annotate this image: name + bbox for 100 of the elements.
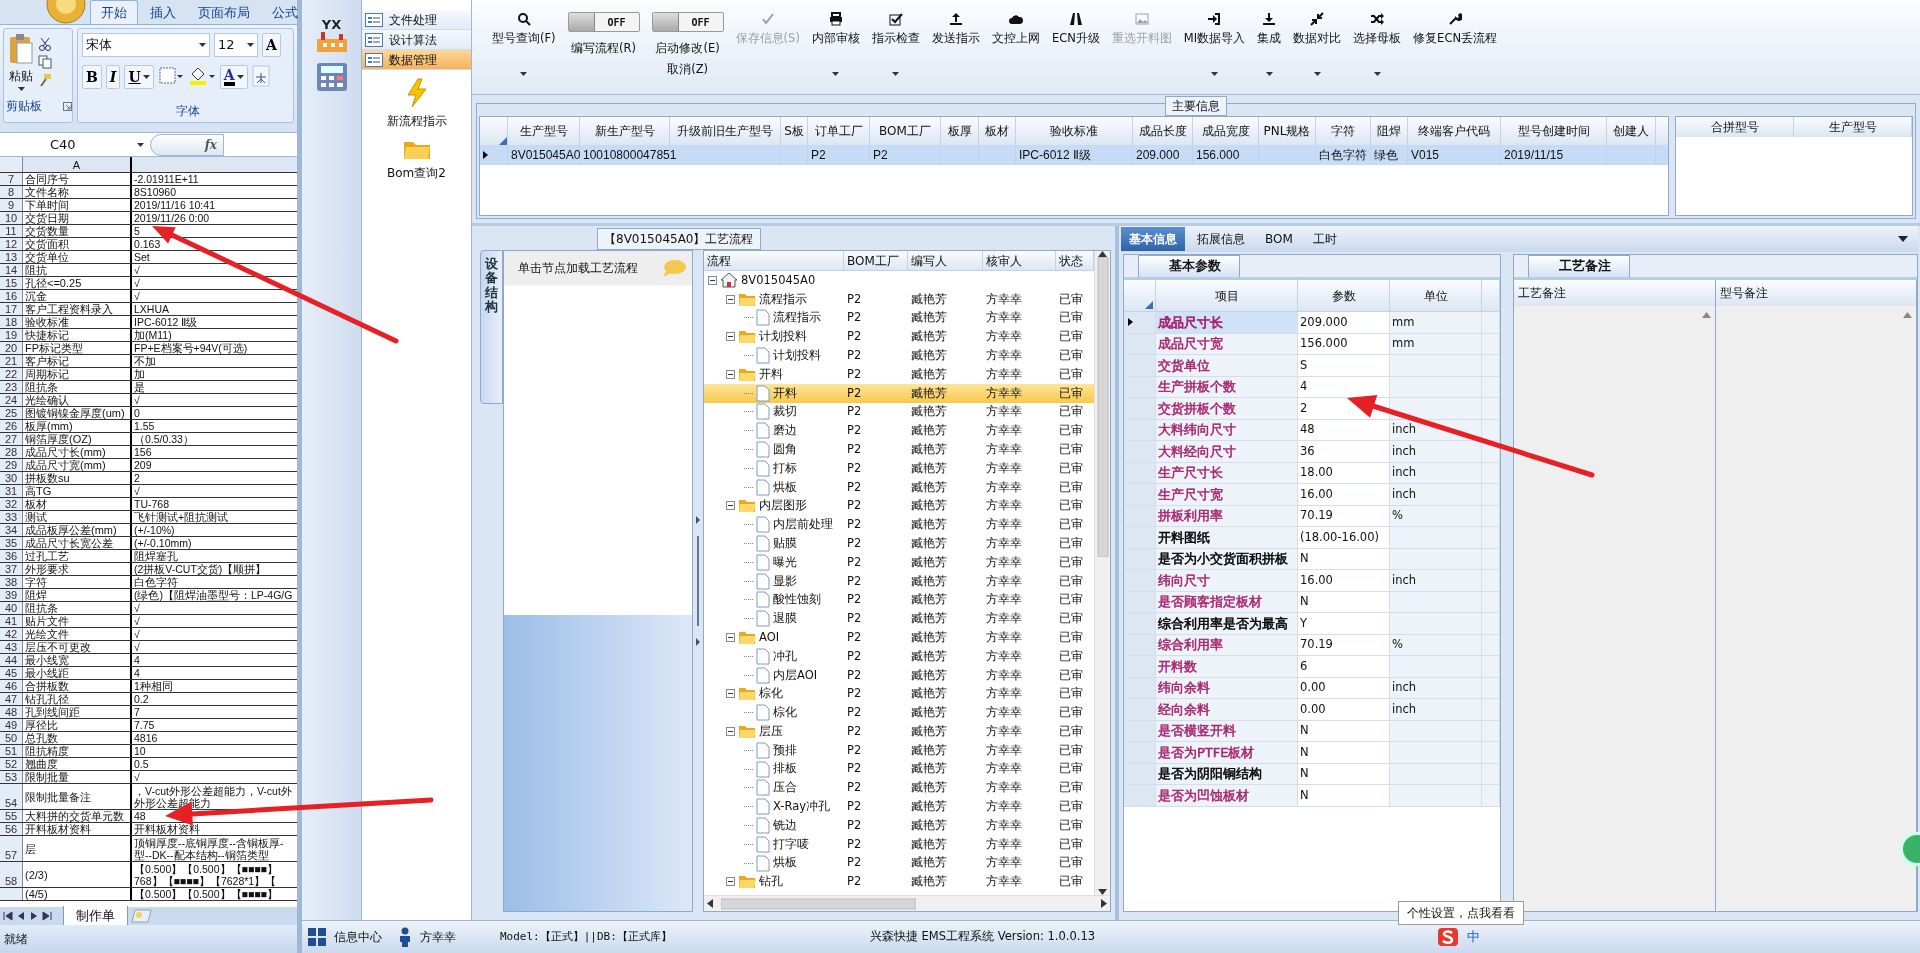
column-header[interactable]: 核审人 xyxy=(983,251,1056,270)
table-row[interactable]: 综合利用率是否为最高 Y xyxy=(1124,613,1500,635)
tree-row[interactable]: 显影 P2 臧艳芳 方幸幸 已审 xyxy=(704,571,1094,591)
column-header[interactable]: 单位 xyxy=(1390,280,1482,311)
tree-row[interactable]: 压合 P2 臧艳芳 方幸幸 已审 xyxy=(704,778,1094,798)
row-header[interactable]: 30 xyxy=(0,472,22,484)
input-method-icon[interactable] xyxy=(1437,927,1459,947)
row-header[interactable]: 39 xyxy=(0,589,22,601)
calculator-icon[interactable] xyxy=(314,61,349,93)
row-header[interactable]: 38 xyxy=(0,576,22,588)
tab[interactable]: 工艺备注 xyxy=(1528,255,1630,277)
tab[interactable]: BOM xyxy=(1257,227,1301,251)
menu-item[interactable]: 数据管理 xyxy=(362,50,471,70)
column-header[interactable]: 工艺备注 xyxy=(1514,280,1716,306)
row-header[interactable]: 13 xyxy=(0,251,22,263)
ribbon-tab[interactable]: 插入 xyxy=(140,0,186,24)
shortcut-link[interactable]: Bom查询2 xyxy=(387,164,446,182)
ribbon-tab[interactable]: 公式 xyxy=(262,0,308,24)
row-header[interactable]: 53 xyxy=(0,771,22,783)
column-header[interactable]: BOM工厂 xyxy=(844,251,908,270)
underline-button[interactable]: U xyxy=(124,65,154,89)
tree-row[interactable]: 8V015045A0 xyxy=(704,271,1094,290)
scroll-right-icon[interactable] xyxy=(1101,899,1107,908)
ime-indicator[interactable]: 中 xyxy=(1467,927,1480,947)
toggle-switch[interactable]: OFF xyxy=(567,12,640,32)
menu-item[interactable]: 设计算法 xyxy=(362,30,471,50)
row-header[interactable]: 7 xyxy=(0,173,22,185)
tree-row[interactable]: X-Ray冲孔 P2 臧艳芳 方幸幸 已审 xyxy=(704,797,1094,817)
column-header[interactable]: 参数 xyxy=(1298,280,1390,311)
table-row[interactable]: 开料图纸 (18.00-16.00) xyxy=(1124,527,1500,549)
logo[interactable]: YX xyxy=(311,18,352,53)
row-header[interactable]: 11 xyxy=(0,225,22,237)
tree-row[interactable]: 排板 P2 臧艳芳 方幸幸 已审 xyxy=(704,759,1094,779)
row-header[interactable]: 12 xyxy=(0,238,22,250)
table-row[interactable]: 是否横竖开料 N xyxy=(1124,720,1500,742)
scroll-thumb-icon[interactable] xyxy=(1096,257,1109,557)
collapse-icon[interactable] xyxy=(726,501,735,511)
toolbar-button[interactable]: 数据对比 xyxy=(1287,0,1348,94)
row-header[interactable]: 16 xyxy=(0,290,22,302)
column-header[interactable]: 项目 xyxy=(1156,280,1298,311)
toolbar-button[interactable]: 指示检查 xyxy=(865,0,926,94)
toolbar-button[interactable]: 内部审核 xyxy=(805,0,866,94)
tree-row[interactable]: 退膜 P2 臧艳芳 方幸幸 已审 xyxy=(704,609,1094,629)
row-header[interactable]: 57 xyxy=(0,836,22,861)
table-row[interactable]: 是否为凹蚀板材 N xyxy=(1124,785,1500,807)
tab[interactable]: 拓展信息 xyxy=(1189,227,1253,251)
tree-row[interactable]: 开料 P2 臧艳芳 方幸幸 已审 xyxy=(704,383,1094,403)
paste-button[interactable]: 粘贴 xyxy=(8,33,34,91)
column-header[interactable]: 型号备注 xyxy=(1715,280,1917,306)
row-header[interactable]: 21 xyxy=(0,355,22,367)
table-row[interactable]: 纬向尺寸 16.00 inch xyxy=(1124,570,1500,592)
row-header[interactable]: 44 xyxy=(0,654,22,666)
row-header[interactable]: 51 xyxy=(0,745,22,757)
row-header[interactable]: 14 xyxy=(0,264,22,276)
previous-sheet-icon[interactable] xyxy=(16,911,26,921)
table-row[interactable]: 生产尺寸宽 16.00 inch xyxy=(1124,484,1500,506)
tab[interactable]: 工时 xyxy=(1304,227,1345,251)
tab[interactable]: 基本信息 xyxy=(1121,227,1185,251)
row-header[interactable]: 46 xyxy=(0,680,22,692)
tree-row[interactable]: 层压 P2 臧艳芳 方幸幸 已审 xyxy=(704,722,1094,741)
row-header[interactable]: 40 xyxy=(0,602,22,614)
tree-row[interactable]: 打标 P2 臧艳芳 方幸幸 已审 xyxy=(704,458,1094,478)
toolbar-button[interactable]: 型号查询(F) xyxy=(486,0,562,94)
row-header[interactable]: 22 xyxy=(0,368,22,380)
tree-row[interactable]: 烘板 P2 臧艳芳 方幸幸 已审 xyxy=(704,853,1094,873)
tab[interactable]: 基本参数 xyxy=(1138,255,1240,277)
row-header[interactable]: 49 xyxy=(0,719,22,731)
toolbar-button[interactable]: 文控上网 xyxy=(985,0,1046,94)
table-row[interactable]: 是否为阴阳铜结构 N xyxy=(1124,763,1500,785)
row-header[interactable]: 45 xyxy=(0,667,22,679)
tree-row[interactable]: 磨边 P2 臧艳芳 方幸幸 已审 xyxy=(704,421,1094,441)
row-header[interactable]: 17 xyxy=(0,303,22,315)
tree-row[interactable]: 曝光 P2 臧艳芳 方幸幸 已审 xyxy=(704,552,1094,572)
tree-row[interactable]: 流程指示 P2 臧艳芳 方幸幸 已审 xyxy=(704,289,1094,309)
row-header[interactable]: 32 xyxy=(0,498,22,510)
first-sheet-icon[interactable] xyxy=(3,911,13,921)
bold-button[interactable]: B xyxy=(82,65,102,89)
column-header[interactable]: 合拼型号 xyxy=(1676,117,1794,137)
table-row[interactable]: 成品尺寸宽 156.000 mm xyxy=(1124,333,1500,355)
row-header[interactable]: 42 xyxy=(0,628,22,640)
collapse-icon[interactable] xyxy=(726,877,735,887)
last-sheet-icon[interactable] xyxy=(42,911,52,921)
row-header[interactable]: 43 xyxy=(0,641,22,653)
row-header[interactable]: 23 xyxy=(0,381,22,393)
scroll-thumb-icon[interactable] xyxy=(721,898,916,910)
row-header[interactable]: 10 xyxy=(0,212,22,224)
grow-font-button[interactable]: A xyxy=(262,33,281,57)
tree-row[interactable]: 开料 P2 臧艳芳 方幸幸 已审 xyxy=(704,365,1094,384)
toolbar-button[interactable]: ECN升级 xyxy=(1045,0,1106,94)
column-header[interactable]: 生产型号 xyxy=(1794,117,1912,137)
scroll-left-icon[interactable] xyxy=(707,899,713,908)
tree-row[interactable]: AOI P2 臧艳芳 方幸幸 已审 xyxy=(704,628,1094,647)
font-color-button[interactable]: A xyxy=(219,65,248,89)
toolbar-button[interactable]: 修复ECN丢流程 xyxy=(1407,0,1503,94)
shortcut-link[interactable]: 新流程指示 xyxy=(386,112,447,130)
row-header[interactable]: 29 xyxy=(0,459,22,471)
tree-row[interactable]: 冲孔 P2 臧艳芳 方幸幸 已审 xyxy=(704,646,1094,666)
collapse-icon[interactable] xyxy=(726,727,735,736)
tree-row[interactable]: 酸性蚀刻 P2 臧艳芳 方幸幸 已审 xyxy=(704,590,1094,610)
row-header[interactable]: 24 xyxy=(0,394,22,406)
